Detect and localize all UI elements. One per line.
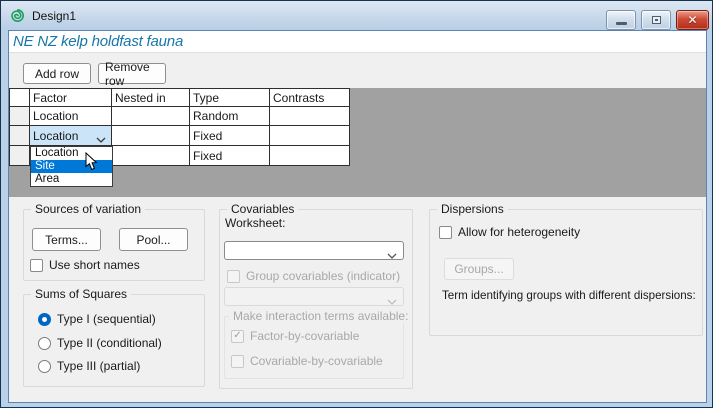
cell-nested-in[interactable] [112, 107, 189, 125]
use-short-names-checkbox[interactable]: Use short names [30, 258, 140, 272]
cell-factor[interactable]: Location [30, 107, 111, 125]
worksheet-combobox[interactable] [224, 241, 404, 260]
restore-icon [652, 16, 661, 24]
checkbox-checked-icon [231, 330, 244, 343]
row-selector[interactable] [10, 126, 29, 145]
add-row-button[interactable]: Add row [23, 63, 91, 84]
group-title: Sums of Squares [31, 287, 131, 301]
covariables-group: Covariables Worksheet: Group covariables… [219, 209, 413, 389]
factor-combobox[interactable]: Location [30, 126, 111, 145]
cell-contrasts[interactable] [270, 146, 349, 165]
worksheet-label: Worksheet: [225, 216, 285, 230]
factor-combobox-value: Location [33, 129, 78, 143]
radio-icon [38, 337, 51, 350]
group-covariables-checkbox[interactable]: Group covariables (indicator) [227, 269, 400, 283]
cell-nested-in[interactable] [112, 146, 189, 165]
dispersions-group: Dispersions Allow for heterogeneity Grou… [429, 209, 703, 336]
factor-dropdown-list: Location Site Area [30, 146, 113, 187]
cell-type[interactable]: Fixed [190, 126, 269, 145]
minimize-button[interactable] [606, 10, 636, 30]
checkbox-icon [30, 259, 43, 272]
title-bar: Design1 ✕ [1, 1, 712, 30]
interaction-terms-group: Make interaction terms available: Factor… [224, 316, 404, 379]
window-title: Design1 [32, 9, 76, 23]
cell-nested-in[interactable] [112, 126, 189, 145]
cell-type[interactable]: Random [190, 107, 269, 125]
checkbox-icon [231, 355, 244, 368]
radio-type-3-partial[interactable]: Type III (partial) [38, 359, 140, 373]
group-title: Sources of variation [31, 202, 145, 216]
cell-contrasts[interactable] [270, 126, 349, 145]
chevron-down-icon [387, 294, 397, 308]
client-area: NE NZ kelp holdfast fauna Add row Remove… [8, 30, 707, 403]
term-identifying-label: Term identifying groups with different d… [442, 289, 696, 302]
cell-contrasts[interactable] [270, 107, 349, 125]
column-header-type: Type [190, 89, 269, 106]
radio-type-2-conditional[interactable]: Type II (conditional) [38, 336, 162, 350]
subtitle-bar: NE NZ kelp holdfast fauna [9, 31, 706, 53]
groups-button[interactable]: Groups... [444, 258, 514, 280]
factor-by-covariable-checkbox[interactable]: Factor-by-covariable [231, 329, 359, 343]
group-title: Covariables [227, 202, 298, 216]
mouse-cursor-icon [85, 152, 98, 174]
indicator-combobox[interactable] [224, 287, 404, 306]
checkbox-icon [439, 226, 452, 239]
sums-of-squares-group: Sums of Squares Type I (sequential) Type… [23, 294, 205, 387]
radio-icon [38, 360, 51, 373]
dropdown-option-location[interactable]: Location [31, 147, 112, 160]
pool-button[interactable]: Pool... [119, 228, 188, 251]
design-grid-region: Factor Nested in Type Contrasts Location… [9, 88, 706, 197]
group-title: Dispersions [437, 202, 508, 216]
restore-button[interactable] [641, 10, 671, 30]
column-header-contrasts: Contrasts [270, 89, 349, 106]
group-title: Make interaction terms available: [229, 309, 412, 323]
design-dialog-window: Design1 ✕ NE NZ kelp holdfast fauna Add … [0, 0, 713, 408]
column-header-factor: Factor [30, 89, 111, 106]
close-icon: ✕ [687, 14, 697, 26]
worksheet-subtitle: NE NZ kelp holdfast fauna [9, 33, 183, 50]
column-header-nested-in: Nested in [112, 89, 189, 106]
dropdown-option-area[interactable]: Area [31, 173, 112, 186]
chevron-down-icon [387, 248, 397, 262]
cell-type[interactable]: Fixed [190, 146, 269, 165]
row-selector[interactable] [10, 107, 29, 125]
remove-row-button[interactable]: Remove row [98, 63, 166, 84]
primer-spiral-icon[interactable] [10, 8, 26, 24]
checkbox-icon [227, 270, 240, 283]
dropdown-option-site[interactable]: Site [31, 160, 112, 173]
chevron-down-icon [96, 132, 106, 145]
radio-type-1-sequential[interactable]: Type I (sequential) [38, 312, 156, 326]
radio-selected-icon [38, 313, 51, 326]
terms-button[interactable]: Terms... [32, 228, 101, 251]
row-selector[interactable] [10, 146, 29, 165]
covariable-by-covariable-checkbox[interactable]: Covariable-by-covariable [231, 354, 383, 368]
close-button[interactable]: ✕ [676, 10, 709, 30]
minimize-icon [616, 22, 627, 25]
row-selector-header [10, 89, 29, 106]
sources-of-variation-group: Sources of variation Terms... Pool... Us… [23, 209, 205, 281]
allow-heterogeneity-checkbox[interactable]: Allow for heterogeneity [439, 225, 580, 239]
